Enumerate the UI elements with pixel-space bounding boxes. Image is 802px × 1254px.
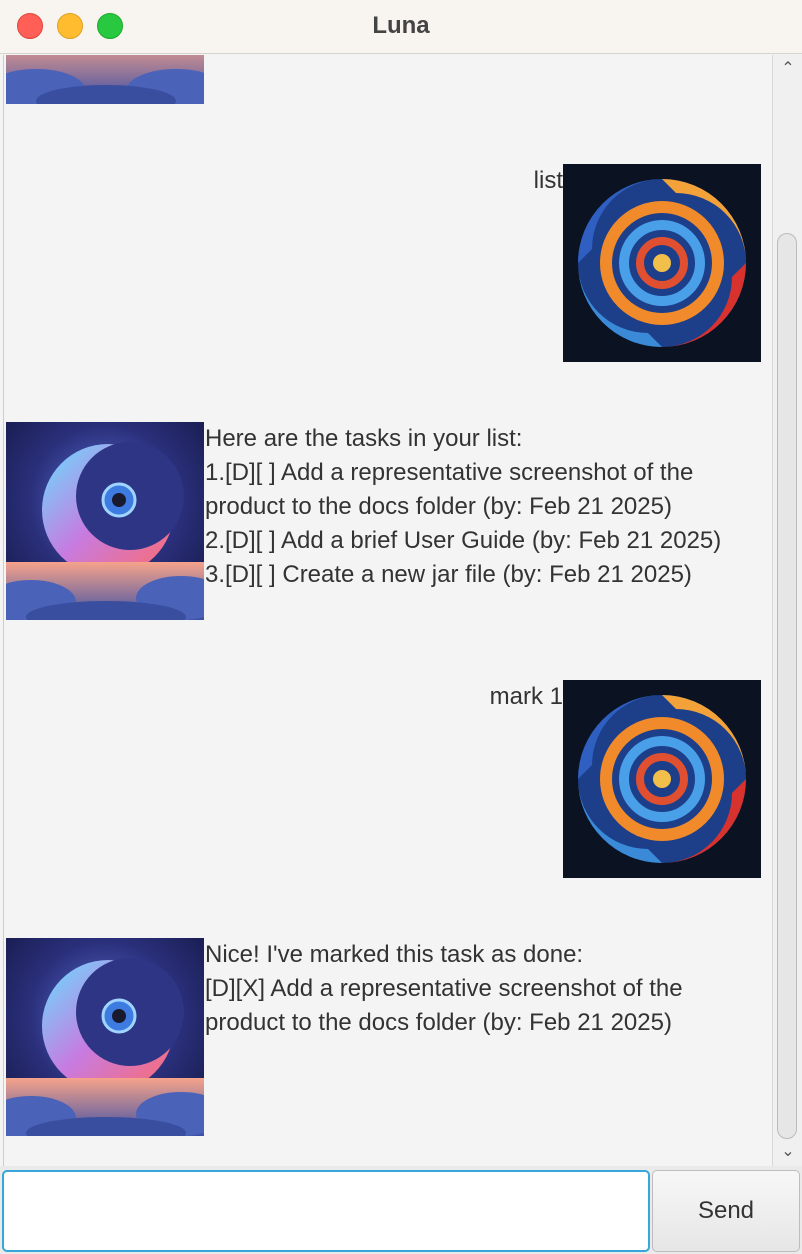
message-input[interactable] [2,1170,650,1252]
user-message-text: mark 1 [489,683,563,710]
luna-message-text: Here are the tasks in your list: 1.[D][ … [205,425,722,588]
user-message-text: list [533,167,563,194]
input-bar: Send [0,1166,802,1254]
luna-avatar [6,938,204,1136]
window-title: Luna [372,12,430,39]
crescent-moon-icon [6,55,204,104]
user-avatar [563,164,761,362]
swirl-icon [563,680,761,878]
title-bar: Luna [0,0,802,54]
swirl-icon [563,164,761,362]
send-button[interactable]: Send [652,1170,800,1252]
luna-avatar [6,422,204,620]
vertical-scrollbar[interactable]: ⌃ ⌄ [772,55,802,1166]
chat-scroll-pane[interactable]: list Here are the tasks in your list: 1.… [3,55,772,1166]
luna-message-text: Nice! I've marked this task as done: [D]… [205,941,683,1036]
luna-avatar [6,55,204,104]
user-avatar [563,680,761,878]
chevron-down-icon[interactable]: ⌄ [773,1140,802,1164]
crescent-moon-icon [6,422,204,620]
chevron-up-icon[interactable]: ⌃ [773,57,802,81]
scrollbar-thumb[interactable] [777,233,797,1139]
crescent-moon-icon [6,938,204,1136]
